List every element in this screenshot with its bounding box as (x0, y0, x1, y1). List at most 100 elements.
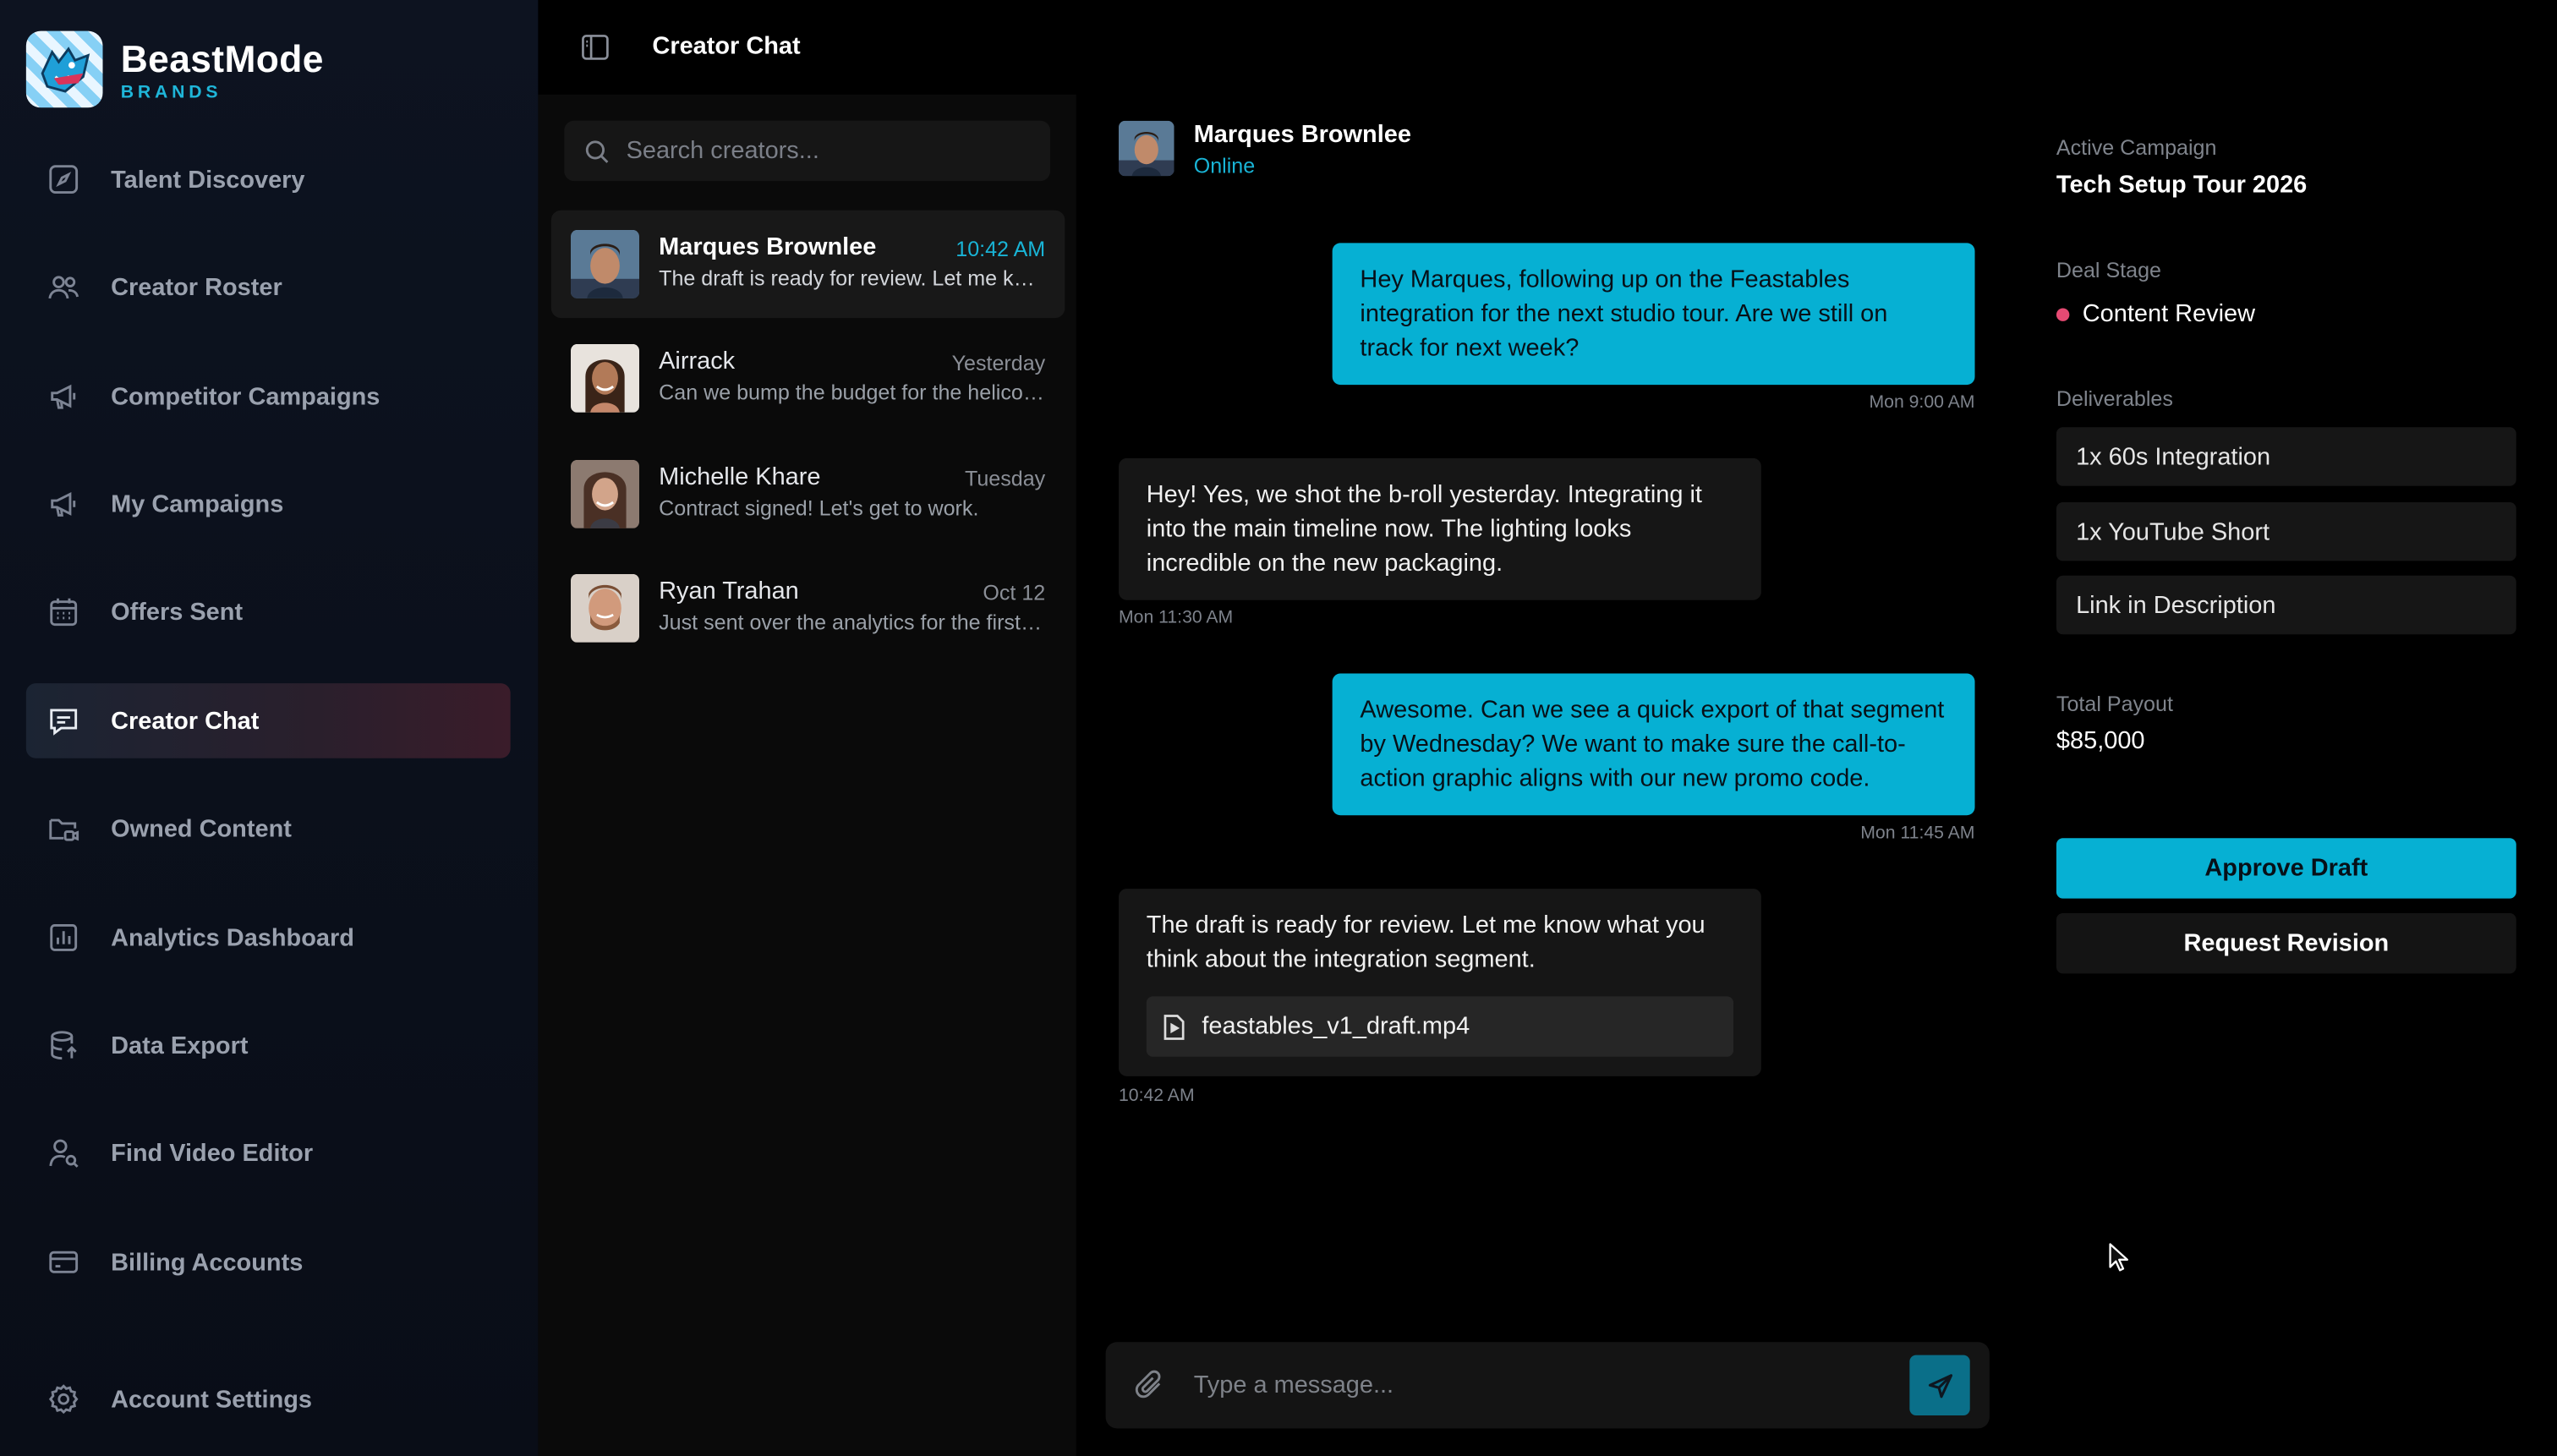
sidebar-item-owned-content[interactable]: Owned Content (26, 791, 511, 866)
sidebar-item-data-export[interactable]: Data Export (26, 1008, 511, 1083)
payout-value: $85,000 (2056, 727, 2145, 755)
approve-draft-button[interactable]: Approve Draft (2056, 838, 2516, 899)
deal-stage-value: Content Review (2082, 299, 2256, 328)
sidebar-item-creator-chat[interactable]: Creator Chat (25, 683, 511, 758)
compass-icon (49, 165, 79, 194)
deal-stage: Content Review (2056, 300, 2255, 328)
sidebar-item-label: Find Video Editor (111, 1139, 314, 1167)
sidebar-item-label: Creator Chat (111, 707, 260, 735)
conversation-item-michelle-khare[interactable]: Michelle Khare Tuesday Contract signed! … (551, 441, 1065, 548)
deliverable-item: Link in Description (2056, 575, 2516, 635)
deal-stage-label: Deal Stage (2056, 257, 2161, 282)
chat-panel: Marques Brownlee Online Hey Marques, fol… (1076, 94, 2016, 1456)
sidebar-item-account-settings[interactable]: Account Settings (26, 1361, 511, 1437)
mouse-cursor-icon (2109, 1243, 2128, 1272)
sidebar-item-label: My Campaigns (111, 490, 284, 518)
message-time: Mon 11:45 AM (1860, 823, 1975, 844)
sidebar-toggle-icon[interactable] (581, 33, 611, 63)
credit-card-icon (49, 1251, 79, 1273)
conversation-name: Ryan Trahan (659, 577, 799, 605)
conversation-item-ryan-trahan[interactable]: Ryan Trahan Oct 12 Just sent over the an… (551, 555, 1065, 662)
conversation-preview: Can we bump the budget for the helicopte… (659, 380, 1045, 405)
message-incoming: Hey! Yes, we shot the b-roll yesterday. … (1118, 457, 1761, 600)
chat-contact-name: Marques Brownlee (1193, 120, 1411, 149)
conversation-time: Tuesday (964, 466, 1046, 491)
conversation-time: Oct 12 (983, 580, 1046, 605)
sidebar-item-competitor-campaigns[interactable]: Competitor Campaigns (26, 359, 511, 434)
request-revision-button[interactable]: Request Revision (2056, 912, 2516, 974)
chat-icon (50, 709, 78, 736)
sidebar-item-my-campaigns[interactable]: My Campaigns (26, 467, 511, 542)
sidebar-item-label: Creator Roster (111, 273, 282, 301)
message-time: Mon 11:30 AM (1118, 608, 1234, 628)
sidebar-item-talent-discovery[interactable]: Talent Discovery (26, 142, 511, 217)
file-attachment[interactable]: feastables_v1_draft.mp4 (1146, 996, 1734, 1057)
search-icon (585, 140, 609, 162)
sidebar-item-analytics-dashboard[interactable]: Analytics Dashboard (26, 900, 511, 976)
message-text: The draft is ready for review. Let me kn… (1146, 911, 1706, 974)
beast-logo-icon (25, 30, 103, 108)
campaign-label: Active Campaign (2056, 135, 2217, 160)
sidebar-item-label: Data Export (111, 1031, 249, 1059)
sidebar-item-label: Billing Accounts (111, 1248, 304, 1277)
conversation-name: Marques Brownlee (659, 233, 877, 261)
conversation-preview: Contract signed! Let's get to work. (659, 495, 979, 521)
message-input[interactable] (1193, 1365, 1879, 1404)
deliverables-label: Deliverables (2056, 386, 2173, 411)
sidebar-item-label: Account Settings (111, 1385, 313, 1414)
conversation-time: 10:42 AM (955, 236, 1046, 261)
message-outgoing: Hey Marques, following up on the Feastab… (1332, 243, 1975, 386)
brand-subtitle: BRANDS (120, 82, 222, 102)
message-time: 10:42 AM (1118, 1086, 1195, 1106)
message-text: Hey Marques, following up on the Feastab… (1360, 265, 1888, 363)
status-dot-icon (2056, 307, 2070, 320)
conversation-time: Yesterday (951, 350, 1046, 375)
bar-chart-icon (50, 924, 78, 951)
sidebar-item-label: Owned Content (111, 814, 292, 843)
deliverable-item: 1x YouTube Short (2056, 501, 2516, 561)
message-time: Mon 9:00 AM (1869, 392, 1975, 413)
app-root: BeastMode BRANDS Talent Discovery Creato… (0, 0, 2557, 1456)
payout-label: Total Payout (2056, 691, 2173, 716)
send-button[interactable] (1909, 1355, 1970, 1415)
folder-video-icon (49, 818, 79, 841)
file-video-icon (1164, 1014, 1185, 1039)
message-text: Awesome. Can we see a quick export of th… (1360, 696, 1945, 793)
brand-title: BeastMode (120, 36, 324, 79)
sidebar-item-creator-roster[interactable]: Creator Roster (26, 249, 511, 325)
brand-logo[interactable]: BeastMode BRANDS (25, 30, 324, 108)
user-search-icon (49, 1139, 79, 1168)
conversation-item-marques-brownlee[interactable]: Marques Brownlee 10:42 AM The draft is r… (550, 210, 1065, 319)
avatar (570, 573, 639, 643)
avatar (570, 343, 639, 413)
attachment-filename: feastables_v1_draft.mp4 (1202, 1012, 1470, 1041)
deliverable-item: 1x 60s Integration (2056, 427, 2516, 486)
conversation-name: Michelle Khare (659, 463, 821, 491)
sidebar-item-label: Analytics Dashboard (111, 923, 354, 952)
top-bar: Creator Chat (538, 0, 2557, 95)
campaign-details-panel: Active Campaign Tech Setup Tour 2026 Dea… (2015, 94, 2557, 1456)
calendar-icon (50, 598, 78, 627)
chat-contact-status: Online (1193, 153, 1256, 178)
database-export-icon (51, 1031, 77, 1060)
sidebar-item-label: Talent Discovery (111, 165, 305, 194)
conversation-preview: The draft is ready for review. Let me kn… (659, 265, 1045, 291)
sidebar-item-billing-accounts[interactable]: Billing Accounts (26, 1224, 511, 1300)
sidebar-item-label: Competitor Campaigns (111, 382, 381, 411)
sidebar-item-offers-sent[interactable]: Offers Sent (26, 574, 511, 649)
conversation-name: Airrack (659, 347, 736, 375)
avatar[interactable] (1118, 120, 1174, 177)
paperclip-icon[interactable] (1135, 1370, 1164, 1399)
megaphone-icon (51, 384, 76, 409)
campaign-name: Tech Setup Tour 2026 (2056, 171, 2308, 200)
sidebar-item-find-video-editor[interactable]: Find Video Editor (26, 1115, 511, 1191)
message-composer (1105, 1342, 1990, 1429)
sidebar: BeastMode BRANDS Talent Discovery Creato… (0, 0, 539, 1456)
sidebar-item-label: Offers Sent (111, 597, 244, 626)
page-title: Creator Chat (652, 32, 801, 61)
avatar (570, 459, 639, 528)
search-box[interactable] (564, 120, 1050, 182)
conversation-list: Marques Brownlee 10:42 AM The draft is r… (538, 94, 1076, 1456)
conversation-item-airrack[interactable]: Airrack Yesterday Can we bump the budget… (551, 325, 1065, 432)
search-input[interactable] (626, 136, 1018, 165)
